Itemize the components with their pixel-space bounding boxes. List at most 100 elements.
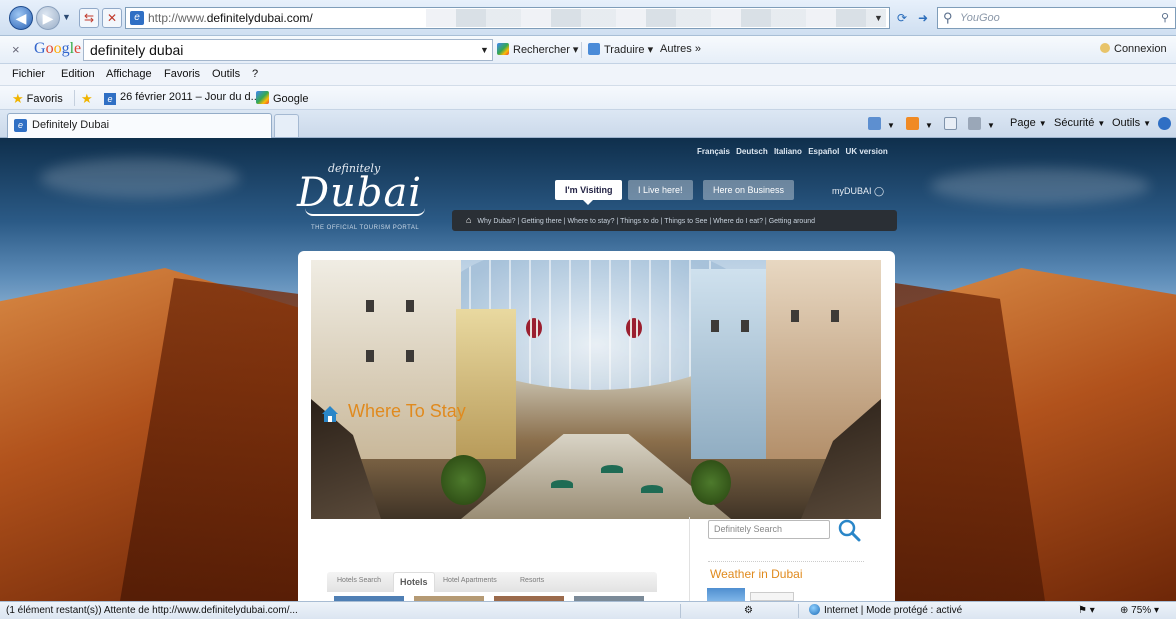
menu-bar: Fichier Edition Affichage Favoris Outils… bbox=[0, 64, 1176, 86]
tools-menu[interactable]: Outils ▼ bbox=[1112, 117, 1151, 129]
mydubai-circle-icon: ◯ bbox=[874, 186, 885, 196]
menu-fichier[interactable]: Fichier bbox=[12, 68, 45, 80]
home-icon bbox=[868, 117, 881, 130]
go-arrow-icon[interactable]: ➜ bbox=[914, 8, 932, 28]
search-go-icon[interactable]: ⚲ bbox=[1161, 8, 1169, 28]
lang-espanol[interactable]: Español bbox=[808, 147, 839, 156]
protected-mode-icon[interactable]: ⚑ ▾ bbox=[1078, 602, 1095, 619]
rss-icon bbox=[906, 117, 919, 130]
print-button[interactable]: ▼ bbox=[968, 117, 995, 131]
login-icon bbox=[1100, 43, 1110, 53]
lang-italiano[interactable]: Italiano bbox=[774, 147, 802, 156]
ie-tab-icon: e bbox=[14, 119, 27, 132]
subnav-where-to-eat[interactable]: Where do I eat? bbox=[713, 218, 763, 225]
stop-icon[interactable]: ✕ bbox=[102, 8, 122, 28]
back-button[interactable]: ◀ bbox=[9, 6, 33, 30]
help-button[interactable] bbox=[1158, 117, 1174, 131]
language-links: Français Deutsch Italiano Español UK ver… bbox=[697, 147, 892, 156]
google-logo: Google bbox=[34, 40, 82, 57]
sky-decoration bbox=[930, 168, 1150, 204]
section-title: Where To Stay bbox=[348, 401, 466, 421]
hanging-lantern bbox=[526, 318, 542, 338]
search-icon[interactable] bbox=[837, 518, 861, 542]
add-favorite-button[interactable]: ★ bbox=[81, 91, 96, 107]
ie-page-icon: e bbox=[104, 93, 116, 105]
favorites-button[interactable]: ★ Favoris bbox=[12, 91, 63, 107]
google-toolbar: × Google definitely dubai ▼ Rechercher ▾… bbox=[0, 36, 1176, 64]
window bbox=[366, 300, 374, 312]
more-button[interactable]: Autres » bbox=[660, 43, 701, 55]
tab-here-on-business[interactable]: Here on Business bbox=[703, 180, 795, 200]
ie-page-icon: e bbox=[130, 11, 144, 25]
address-dropdown-icon[interactable]: ▼ bbox=[874, 8, 888, 28]
mail-button[interactable] bbox=[944, 117, 960, 131]
subnav-why-dubai[interactable]: Why Dubai? bbox=[477, 218, 515, 225]
refresh-icon[interactable]: ⟳ bbox=[893, 8, 911, 28]
page-viewport: Français Deutsch Italiano Español UK ver… bbox=[0, 138, 1176, 601]
security-zone[interactable]: Internet | Mode protégé : activé bbox=[809, 602, 962, 619]
tab-hotels[interactable]: Hotels bbox=[393, 572, 435, 592]
translate-button[interactable]: Traduire ▾ bbox=[588, 43, 653, 56]
subnav-where-to-stay[interactable]: Where to stay? bbox=[567, 218, 614, 225]
menu-outils[interactable]: Outils bbox=[212, 68, 240, 80]
forward-button[interactable]: ▶ bbox=[36, 6, 60, 30]
menu-edition[interactable]: Edition bbox=[61, 68, 95, 80]
content-card bbox=[298, 251, 895, 601]
feeds-button[interactable]: ▼ bbox=[906, 117, 933, 131]
logo-swoosh bbox=[305, 208, 425, 216]
tree bbox=[691, 460, 731, 505]
subnav-things-to-do[interactable]: Things to do bbox=[620, 218, 659, 225]
tab-definitely-dubai[interactable]: e Definitely Dubai bbox=[7, 113, 272, 138]
tab-resorts[interactable]: Resorts bbox=[520, 577, 544, 584]
subnav-getting-there[interactable]: Getting there bbox=[521, 218, 561, 225]
window bbox=[831, 310, 839, 322]
tab-bar: e Definitely Dubai ▼ ▼ ▼ Page ▼ Sécurité ▼… bbox=[0, 110, 1176, 138]
menu-favoris[interactable]: Favoris bbox=[164, 68, 200, 80]
tab-im-visiting[interactable]: I'm Visiting bbox=[555, 180, 623, 205]
globe-icon bbox=[809, 604, 820, 615]
mydubai-link[interactable]: myDUBAI ◯ bbox=[832, 186, 884, 197]
privacy-icon[interactable]: ⚙ bbox=[744, 602, 753, 619]
history-dropdown-icon[interactable]: ▼ bbox=[62, 12, 71, 22]
browser-search-placeholder: YouGoo bbox=[960, 12, 1000, 24]
subnav-getting-around[interactable]: Getting around bbox=[769, 218, 815, 225]
tab-i-live-here[interactable]: I Live here! bbox=[628, 180, 693, 200]
window bbox=[406, 300, 414, 312]
close-toolbar-icon[interactable]: × bbox=[12, 42, 20, 57]
subnav-things-to-see[interactable]: Things to See bbox=[664, 218, 707, 225]
lang-uk[interactable]: UK version bbox=[846, 147, 888, 156]
zoom-level[interactable]: ⊕ 75% ▾ bbox=[1120, 602, 1159, 619]
site-search-input[interactable]: Definitely Search bbox=[708, 520, 830, 539]
new-tab-button[interactable] bbox=[274, 114, 299, 137]
security-menu[interactable]: Sécurité ▼ bbox=[1054, 117, 1105, 129]
favorite-link-google[interactable]: Google bbox=[256, 91, 308, 105]
window bbox=[741, 320, 749, 332]
weather-separator bbox=[708, 561, 864, 562]
home-button[interactable]: ▼ bbox=[868, 117, 895, 131]
google-search-input[interactable]: definitely dubai bbox=[83, 39, 493, 61]
lang-deutsch[interactable]: Deutsch bbox=[736, 147, 768, 156]
lang-francais[interactable]: Français bbox=[697, 147, 730, 156]
site-header: Français Deutsch Italiano Español UK ver… bbox=[285, 138, 905, 238]
hotel-tabs: Hotels Search Hotels Hotel Apartments Re… bbox=[327, 572, 657, 592]
address-bar-row: ◀ ▶ ▼ ⇆ ✕ e http://www.definitelydubai.c… bbox=[0, 0, 1176, 36]
menu-affichage[interactable]: Affichage bbox=[106, 68, 152, 80]
browser-search-input[interactable]: ⚲ YouGoo ⚲ bbox=[937, 7, 1176, 29]
favorite-link-1[interactable]: e 26 février 2011 – Jour du d... bbox=[104, 91, 260, 105]
favorites-separator bbox=[74, 90, 75, 106]
google-search-button[interactable]: Rechercher ▾ bbox=[497, 43, 578, 56]
url-domain: definitelydubai.com/ bbox=[206, 11, 313, 25]
home-icon[interactable]: ⌂ bbox=[466, 215, 471, 225]
google-search-dropdown-icon[interactable]: ▼ bbox=[480, 45, 489, 55]
menu-help[interactable]: ? bbox=[252, 68, 258, 80]
tree bbox=[441, 455, 486, 505]
compatibility-view-icon[interactable]: ⇆ bbox=[79, 8, 99, 28]
page-menu[interactable]: Page ▼ bbox=[1010, 117, 1047, 129]
hero-image bbox=[311, 260, 881, 519]
building-left-yellow bbox=[456, 309, 516, 459]
tab-hotel-apartments[interactable]: Hotel Apartments bbox=[443, 577, 497, 584]
login-button[interactable]: Connexion bbox=[1100, 43, 1167, 55]
address-input[interactable]: e http://www.definitelydubai.com/ bbox=[125, 7, 890, 29]
tab-hotels-search[interactable]: Hotels Search bbox=[337, 577, 381, 584]
print-icon bbox=[968, 117, 981, 130]
